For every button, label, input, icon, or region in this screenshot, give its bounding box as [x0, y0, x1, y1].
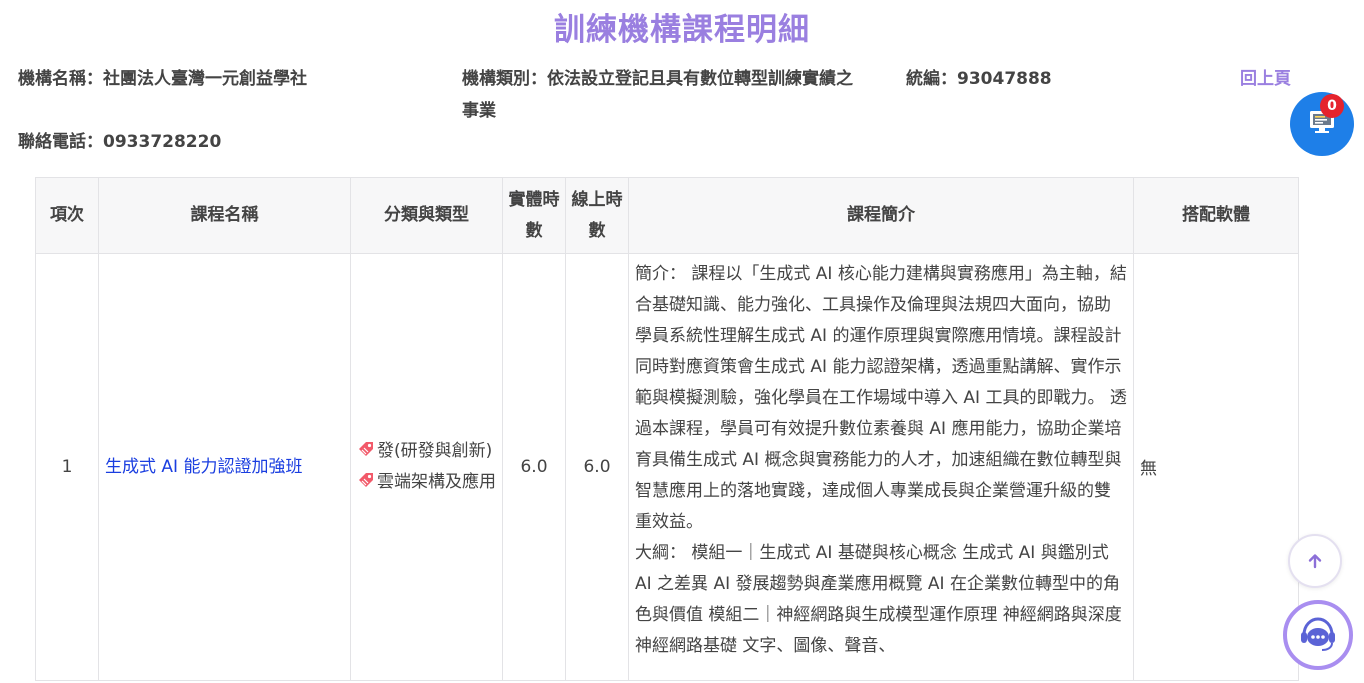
arrow-up-icon [1308, 554, 1322, 569]
header-online-hours: 線上時數 [565, 177, 629, 254]
table-row: 1 生成式 AI 能力認證加強班 發(研發與創新) 雲端架構及應用 6.0 6.… [35, 253, 1299, 681]
category-label: 雲端架構及應用 [377, 472, 496, 492]
row-physical-hours: 6.0 [502, 253, 566, 681]
row-intro-cell: 簡介： 課程以「生成式 AI 核心能力建構與實務應用」為主軸，結合基礎知識、能力… [628, 253, 1134, 681]
header-idx: 項次 [35, 177, 99, 254]
table-header-row: 項次 課程名稱 分類與類型 實體時數 線上時數 課程簡介 搭配軟體 [35, 177, 1299, 254]
org-type: 機構類別：依法設立登記且具有數位轉型訓練實績之事業 [462, 69, 853, 121]
row-name-cell: 生成式 AI 能力認證加強班 [98, 253, 351, 681]
course-name-link[interactable]: 生成式 AI 能力認證加強班 [105, 457, 302, 477]
course-outline-text: 大綱： 模組一｜生成式 AI 基礎與核心概念 生成式 AI 與鑑別式 AI 之差… [635, 543, 1122, 656]
scroll-top-button[interactable] [1288, 534, 1342, 588]
row-online-hours: 6.0 [565, 253, 629, 681]
courses-table: 項次 課程名稱 分類與類型 實體時數 線上時數 課程簡介 搭配軟體 1 生成式 … [35, 177, 1299, 681]
header-physical-hours: 實體時數 [502, 177, 566, 254]
row-software: 無 [1133, 253, 1299, 681]
header-name: 課程名稱 [98, 177, 351, 254]
header-intro: 課程簡介 [628, 177, 1134, 254]
chat-bot-icon [1301, 617, 1335, 651]
category-label: 發(研發與創新) [377, 441, 493, 461]
header-category: 分類與類型 [350, 177, 503, 254]
org-phone: 聯絡電話：0933728220 [18, 132, 222, 152]
tag-icon [359, 442, 373, 456]
tag-icon [359, 473, 373, 487]
header-software: 搭配軟體 [1133, 177, 1299, 254]
page-title: 訓練機構課程明細 [554, 12, 810, 48]
cart-button[interactable]: 0 [1290, 92, 1354, 156]
org-tax-id: 統編：93047888 [906, 69, 1052, 89]
org-name: 機構名稱：社團法人臺灣一元創益學社 [18, 69, 307, 89]
category-item: 發(研發與創新) [357, 436, 496, 467]
cart-count-badge: 0 [1320, 94, 1344, 118]
course-intro-text: 簡介： 課程以「生成式 AI 核心能力建構與實務應用」為主軸，結合基礎知識、能力… [635, 264, 1127, 532]
row-idx: 1 [35, 253, 99, 681]
back-link[interactable]: 回上頁 [1240, 63, 1291, 95]
category-item: 雲端架構及應用 [357, 467, 496, 498]
chat-bot-button[interactable] [1283, 600, 1353, 670]
row-category-cell: 發(研發與創新) 雲端架構及應用 [350, 253, 503, 681]
